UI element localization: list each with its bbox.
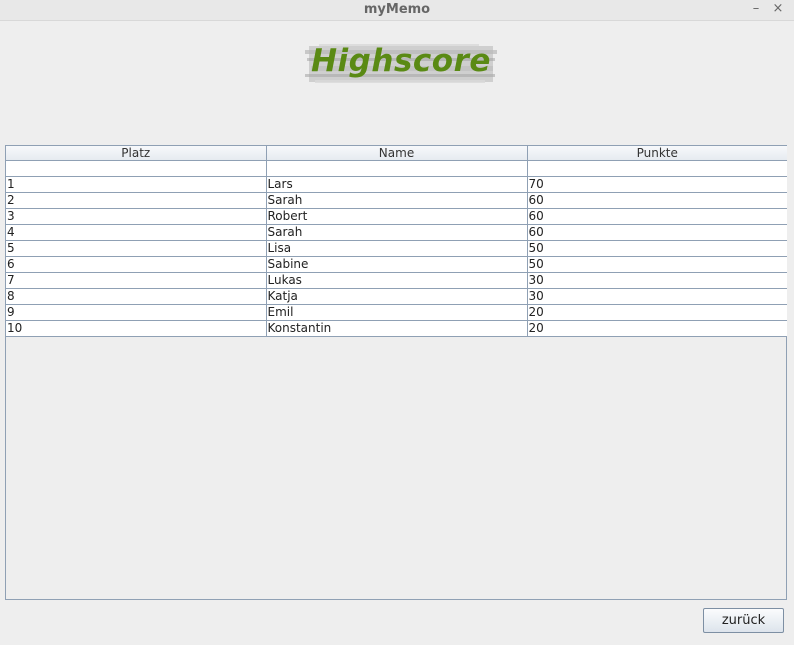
column-header-name[interactable]: Name	[266, 146, 528, 161]
back-button[interactable]: zurück	[703, 608, 784, 633]
punkte-cell[interactable]: 20	[527, 304, 787, 321]
table-row[interactable]: 10 Konstantin 20	[6, 320, 787, 337]
punkte-cell[interactable]: 30	[527, 288, 787, 305]
punkte-cell[interactable]: 20	[527, 320, 787, 337]
platz-cell[interactable]: 4	[6, 224, 267, 241]
name-cell[interactable]: Lukas	[266, 272, 528, 289]
close-icon[interactable]: ×	[771, 2, 785, 16]
highscore-table-panel[interactable]: Platz Name Punkte 1 Lars 70 2 Sarah 60 3 Robert…	[5, 145, 787, 600]
platz-cell[interactable]: 6	[6, 256, 267, 273]
minimize-icon[interactable]: –	[749, 2, 763, 16]
platz-cell[interactable]: 10	[6, 320, 267, 337]
platz-cell[interactable]: 7	[6, 272, 267, 289]
punkte-cell[interactable]: 60	[527, 208, 787, 225]
column-header-platz[interactable]: Platz	[6, 146, 267, 161]
platz-cell[interactable]	[6, 160, 267, 177]
name-cell[interactable]: Katja	[266, 288, 528, 305]
punkte-cell[interactable]: 60	[527, 224, 787, 241]
table-row[interactable]: 8 Katja 30	[6, 288, 787, 305]
table-row[interactable]: 5 Lisa 50	[6, 240, 787, 257]
table-row[interactable]: 2 Sarah 60	[6, 192, 787, 209]
table-row[interactable]: 1 Lars 70	[6, 176, 787, 193]
table-row[interactable]: 3 Robert 60	[6, 208, 787, 225]
name-cell[interactable]	[266, 160, 528, 177]
name-cell[interactable]: Lisa	[266, 240, 528, 257]
title-bar[interactable]: myMemo – ×	[0, 0, 794, 21]
name-cell[interactable]: Lars	[266, 176, 528, 193]
name-cell[interactable]: Konstantin	[266, 320, 528, 337]
table-header-row: Platz Name Punkte	[6, 146, 787, 161]
table-row[interactable]: 7 Lukas 30	[6, 272, 787, 289]
platz-cell[interactable]: 9	[6, 304, 267, 321]
punkte-cell[interactable]: 50	[527, 256, 787, 273]
table-row[interactable]: 4 Sarah 60	[6, 224, 787, 241]
name-cell[interactable]: Sarah	[266, 224, 528, 241]
punkte-cell[interactable]: 30	[527, 272, 787, 289]
punkte-cell[interactable]	[527, 160, 787, 177]
platz-cell[interactable]: 5	[6, 240, 267, 257]
window-title: myMemo	[363, 2, 431, 17]
punkte-cell[interactable]: 50	[527, 240, 787, 257]
platz-cell[interactable]: 1	[6, 176, 267, 193]
name-cell[interactable]: Sabine	[266, 256, 528, 273]
column-header-punkte[interactable]: Punkte	[527, 146, 787, 161]
highscore-logo: Highscore	[305, 40, 497, 88]
table-row[interactable]	[6, 160, 787, 177]
table-row[interactable]: 9 Emil 20	[6, 304, 787, 321]
name-cell[interactable]: Robert	[266, 208, 528, 225]
platz-cell[interactable]: 8	[6, 288, 267, 305]
logo-title: Highscore	[311, 43, 491, 79]
punkte-cell[interactable]: 60	[527, 192, 787, 209]
name-cell[interactable]: Emil	[266, 304, 528, 321]
name-cell[interactable]: Sarah	[266, 192, 528, 209]
table-row[interactable]: 6 Sabine 50	[6, 256, 787, 273]
punkte-cell[interactable]: 70	[527, 176, 787, 193]
platz-cell[interactable]: 2	[6, 192, 267, 209]
platz-cell[interactable]: 3	[6, 208, 267, 225]
app-window: myMemo – × Highscore Platz Name Punkte 1…	[0, 0, 794, 645]
highscore-table[interactable]: Platz Name Punkte 1 Lars 70 2 Sarah 60 3 Robert…	[6, 146, 787, 337]
